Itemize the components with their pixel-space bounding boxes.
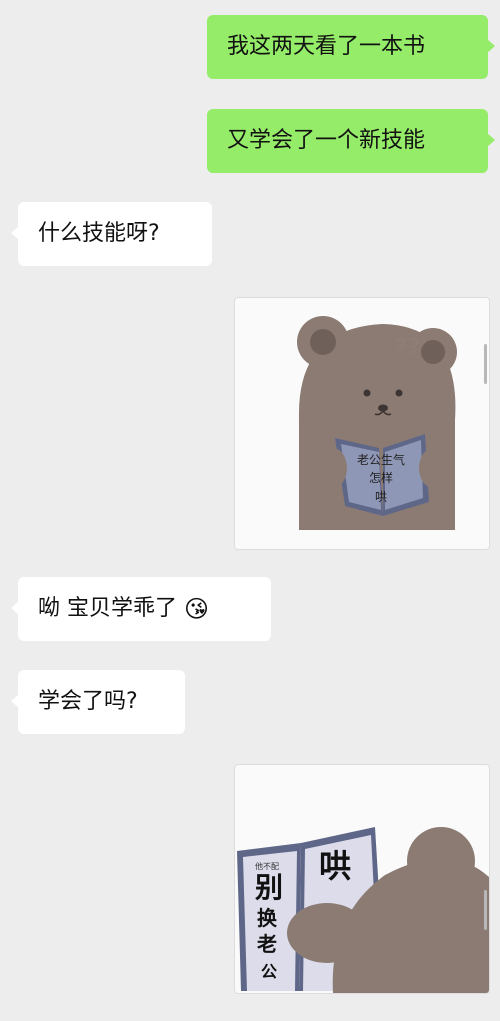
book-text-line: 老公生气 xyxy=(357,452,405,467)
book-text-line: 换 xyxy=(257,906,278,930)
sent-message-bubble[interactable]: 又学会了一个新技能 xyxy=(207,109,495,173)
scrollbar-thumb[interactable] xyxy=(484,344,487,384)
bear-reading-book-image: ?? 老公生气 怎样 哄 xyxy=(297,316,457,530)
kissing-face-emoji-icon: 😘 xyxy=(184,595,210,623)
received-message-bubble[interactable]: 呦 宝贝学乖了 😘 xyxy=(11,577,271,641)
scrollbar-thumb[interactable] xyxy=(484,890,487,930)
book-text-line: 公 xyxy=(261,962,277,981)
book-small-text: 他不配 xyxy=(255,861,279,871)
message-text: 我这两天看了一本书 xyxy=(227,34,426,59)
message-text: 呦 宝贝学乖了 xyxy=(38,596,177,621)
bear-back-with-book-image: 他不配 别 换 老 公 哄 xyxy=(237,827,489,993)
message-text: 什么技能呀? xyxy=(38,221,160,246)
book-text-line: 怎样 xyxy=(369,470,393,485)
book-text-line: 哄 xyxy=(375,490,387,504)
message-text: 又学会了一个新技能 xyxy=(227,128,426,153)
bear-reading-book-sticker[interactable]: 他不配 别 换 老 公 哄 xyxy=(234,764,490,994)
question-marks: ?? xyxy=(395,335,421,360)
book-text-line: 老 xyxy=(257,932,277,956)
book-text-line: 哄 xyxy=(319,847,351,885)
sent-message-bubble[interactable]: 我这两天看了一本书 xyxy=(207,15,495,79)
message-text: 学会了吗? xyxy=(38,689,138,714)
received-message-bubble[interactable]: 学会了吗? xyxy=(11,670,185,734)
book-text-line: 别 xyxy=(255,871,283,904)
bear-reading-book-sticker[interactable]: ?? 老公生气 怎样 哄 xyxy=(234,297,490,550)
received-message-bubble[interactable]: 什么技能呀? xyxy=(11,202,212,266)
